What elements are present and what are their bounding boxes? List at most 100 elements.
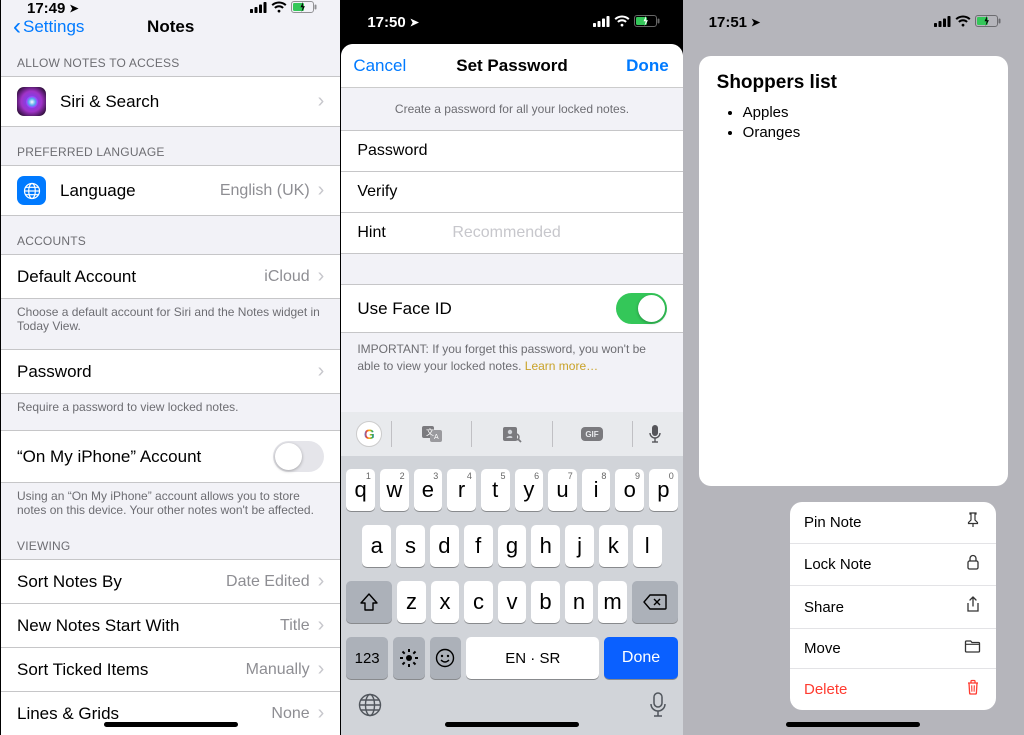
default-account-value: iCloud <box>264 268 309 286</box>
keyboard: q1w2e3r4t5y6u7i8o9p0 asdfghjkl zxcvbnm 1… <box>341 456 682 686</box>
face-id-row[interactable]: Use Face ID <box>341 284 682 333</box>
sort-notes-by-label: Sort Notes By <box>17 572 226 592</box>
key-h[interactable]: h <box>531 525 560 567</box>
section-header-access: ALLOW NOTES TO ACCESS <box>1 38 340 76</box>
key-y[interactable]: y6 <box>515 469 544 511</box>
numbers-key[interactable]: 123 <box>346 637 388 679</box>
key-q[interactable]: q1 <box>346 469 375 511</box>
status-time: 17:50 <box>367 14 405 31</box>
sort-ticked-value: Manually <box>246 661 310 679</box>
chevron-right-icon: › <box>318 90 325 113</box>
password-footer: Require a password to view locked notes. <box>1 394 340 430</box>
key-u[interactable]: u7 <box>548 469 577 511</box>
lock-label: Lock Note <box>804 556 872 573</box>
delete-action[interactable]: Delete <box>790 669 996 710</box>
lines-grids-row[interactable]: Lines & Grids None › <box>1 691 340 735</box>
on-my-iphone-switch[interactable] <box>273 441 324 472</box>
key-s[interactable]: s <box>396 525 425 567</box>
new-notes-label: New Notes Start With <box>17 616 280 636</box>
key-v[interactable]: v <box>498 581 527 623</box>
lock-note-action[interactable]: Lock Note <box>790 544 996 586</box>
hint-input[interactable] <box>452 224 666 242</box>
back-button[interactable]: ‹ Settings <box>13 17 84 37</box>
page-title: Notes <box>147 17 194 37</box>
key-n[interactable]: n <box>565 581 594 623</box>
on-my-iphone-row[interactable]: “On My iPhone” Account <box>1 430 340 483</box>
section-header-language: PREFERRED LANGUAGE <box>1 127 340 165</box>
key-l[interactable]: l <box>633 525 662 567</box>
sort-ticked-row[interactable]: Sort Ticked Items Manually › <box>1 647 340 691</box>
pin-note-action[interactable]: Pin Note <box>790 502 996 544</box>
on-my-iphone-label: “On My iPhone” Account <box>17 447 273 467</box>
svg-text:GIF: GIF <box>585 430 598 439</box>
key-m[interactable]: m <box>598 581 627 623</box>
key-j[interactable]: j <box>565 525 594 567</box>
globe-key[interactable] <box>357 692 383 723</box>
password-row[interactable]: Password › <box>1 349 340 394</box>
password-input[interactable] <box>452 142 666 160</box>
person-search-icon[interactable] <box>472 412 551 456</box>
password-label: Password <box>357 142 452 160</box>
backspace-key[interactable] <box>632 581 678 623</box>
key-e[interactable]: e3 <box>414 469 443 511</box>
key-g[interactable]: g <box>498 525 527 567</box>
language-value: English (UK) <box>220 182 310 200</box>
face-id-label: Use Face ID <box>357 299 615 319</box>
mic-icon[interactable] <box>633 412 677 456</box>
emoji-key[interactable] <box>430 637 462 679</box>
settings-key[interactable] <box>393 637 425 679</box>
key-c[interactable]: c <box>464 581 493 623</box>
new-notes-start-row[interactable]: New Notes Start With Title › <box>1 603 340 647</box>
key-t[interactable]: t5 <box>481 469 510 511</box>
key-f[interactable]: f <box>464 525 493 567</box>
section-header-accounts: ACCOUNTS <box>1 216 340 254</box>
shift-key[interactable] <box>346 581 392 623</box>
cancel-button[interactable]: Cancel <box>353 56 406 76</box>
status-bar: 17:50 ➤ <box>341 0 682 44</box>
gif-icon[interactable]: GIF <box>553 412 632 456</box>
sort-notes-by-row[interactable]: Sort Notes By Date Edited › <box>1 559 340 603</box>
pin-label: Pin Note <box>804 514 862 531</box>
key-r[interactable]: r4 <box>447 469 476 511</box>
key-w[interactable]: w2 <box>380 469 409 511</box>
done-button[interactable]: Done <box>626 56 669 76</box>
status-bar: 17:51 ➤ <box>683 0 1024 44</box>
verify-label: Verify <box>357 183 452 201</box>
key-k[interactable]: k <box>599 525 628 567</box>
verify-field-row[interactable]: Verify <box>341 172 682 213</box>
move-action[interactable]: Move <box>790 629 996 669</box>
note-preview-card[interactable]: Shoppers list Apples Oranges <box>699 56 1008 486</box>
siri-search-row[interactable]: Siri & Search › <box>1 76 340 127</box>
home-indicator <box>445 722 579 727</box>
translate-icon[interactable]: 文A <box>392 412 471 456</box>
password-field-row[interactable]: Password <box>341 131 682 172</box>
key-d[interactable]: d <box>430 525 459 567</box>
key-b[interactable]: b <box>531 581 560 623</box>
key-z[interactable]: z <box>397 581 426 623</box>
key-i[interactable]: i8 <box>582 469 611 511</box>
note-list-item: Oranges <box>743 124 990 141</box>
default-account-row[interactable]: Default Account iCloud › <box>1 254 340 299</box>
learn-more-link[interactable]: Learn more… <box>525 359 598 373</box>
share-action[interactable]: Share <box>790 586 996 629</box>
key-o[interactable]: o9 <box>615 469 644 511</box>
google-icon[interactable]: G <box>347 412 391 456</box>
key-x[interactable]: x <box>431 581 460 623</box>
cell-signal-icon <box>593 14 610 31</box>
language-row[interactable]: Language English (UK) › <box>1 165 340 216</box>
key-a[interactable]: a <box>362 525 391 567</box>
siri-label: Siri & Search <box>60 92 318 112</box>
hint-label: Hint <box>357 224 452 242</box>
new-notes-value: Title <box>280 617 310 635</box>
chevron-right-icon: › <box>318 570 325 593</box>
face-id-switch[interactable] <box>616 293 667 324</box>
wifi-icon <box>271 0 287 17</box>
hint-field-row[interactable]: Hint <box>341 213 682 254</box>
verify-input[interactable] <box>452 183 666 201</box>
key-p[interactable]: p0 <box>649 469 678 511</box>
space-key[interactable]: EN · SR <box>466 637 599 679</box>
keyboard-done-key[interactable]: Done <box>604 637 677 679</box>
note-list: Apples Oranges <box>717 104 990 141</box>
lines-grids-label: Lines & Grids <box>17 704 271 724</box>
dictation-key[interactable] <box>649 692 667 723</box>
